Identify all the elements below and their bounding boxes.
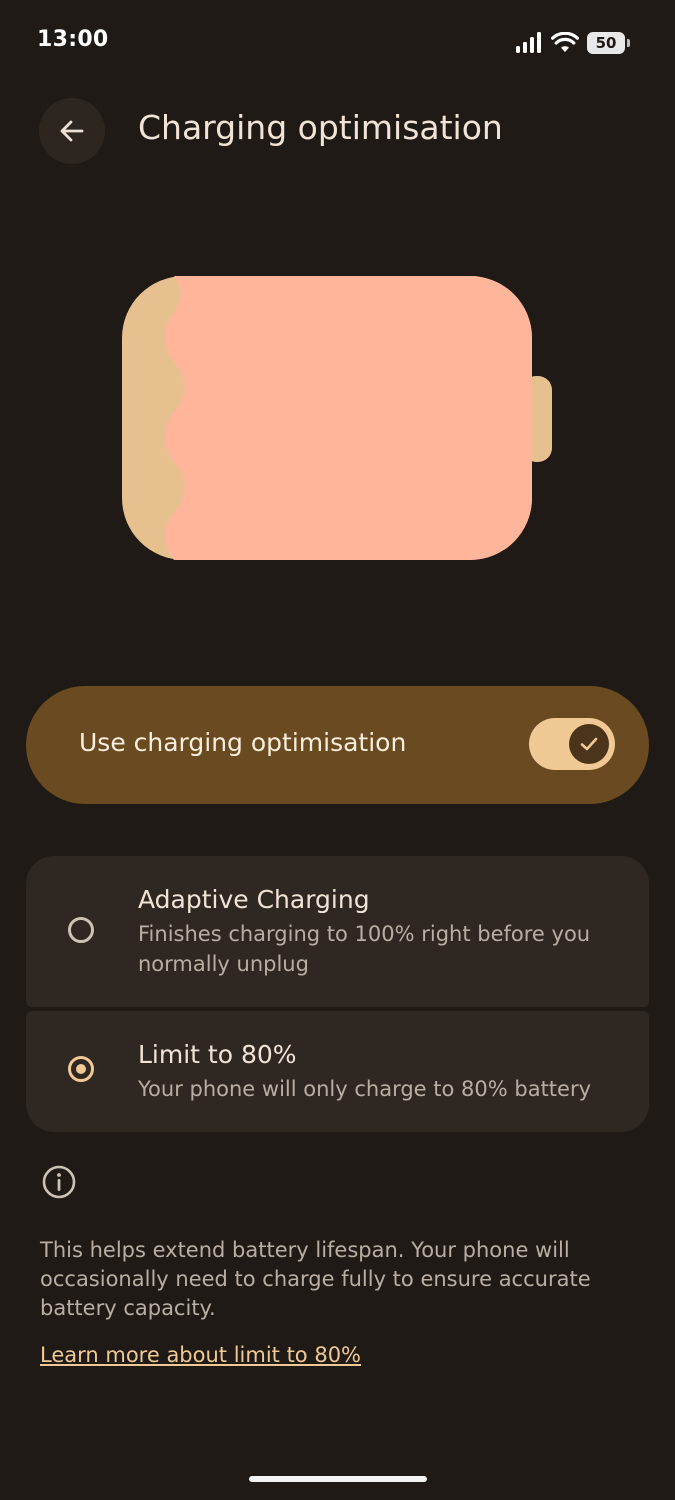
option-subtitle: Your phone will only charge to 80% batte… [138, 1077, 592, 1101]
footer-description: This helps extend battery lifespan. Your… [40, 1238, 591, 1320]
arrow-left-icon [60, 120, 84, 142]
status-icons: 50 [515, 29, 631, 57]
option-limit-80[interactable]: Limit to 80% Your phone will only charge… [26, 1011, 649, 1132]
signal-icon [516, 32, 541, 53]
radio-selected-dot [76, 1064, 86, 1074]
back-button[interactable] [39, 98, 105, 164]
page-title: Charging optimisation [138, 108, 503, 147]
option-title: Adaptive Charging [138, 885, 370, 914]
battery-illustration [122, 276, 552, 560]
info-icon [42, 1165, 76, 1199]
wifi-icon [551, 32, 579, 52]
app-bar: Charging optimisation [0, 96, 675, 168]
option-title: Limit to 80% [138, 1040, 297, 1069]
battery-illustration-fill [165, 276, 532, 560]
battery-tip [627, 39, 630, 47]
main-switch-card[interactable]: Use charging optimisation [26, 686, 649, 804]
status-time: 13:00 [37, 27, 109, 52]
limit-80-radio[interactable] [68, 1056, 94, 1082]
status-bar: 13:00 50 [0, 0, 675, 84]
adaptive-charging-radio[interactable] [68, 917, 94, 943]
home-indicator[interactable] [249, 1476, 427, 1482]
battery-level-text: 50 [595, 34, 617, 52]
main-switch-label: Use charging optimisation [79, 728, 407, 757]
battery-icon: 50 [587, 32, 631, 54]
learn-more-link[interactable]: Learn more about limit to 80% [40, 1343, 361, 1367]
charging-optimisation-toggle[interactable] [529, 718, 615, 770]
check-icon [580, 737, 598, 751]
toggle-thumb [569, 724, 609, 764]
option-adaptive-charging[interactable]: Adaptive Charging Finishes charging to 1… [26, 856, 649, 1007]
option-subtitle: Finishes charging to 100% right before y… [138, 922, 591, 976]
